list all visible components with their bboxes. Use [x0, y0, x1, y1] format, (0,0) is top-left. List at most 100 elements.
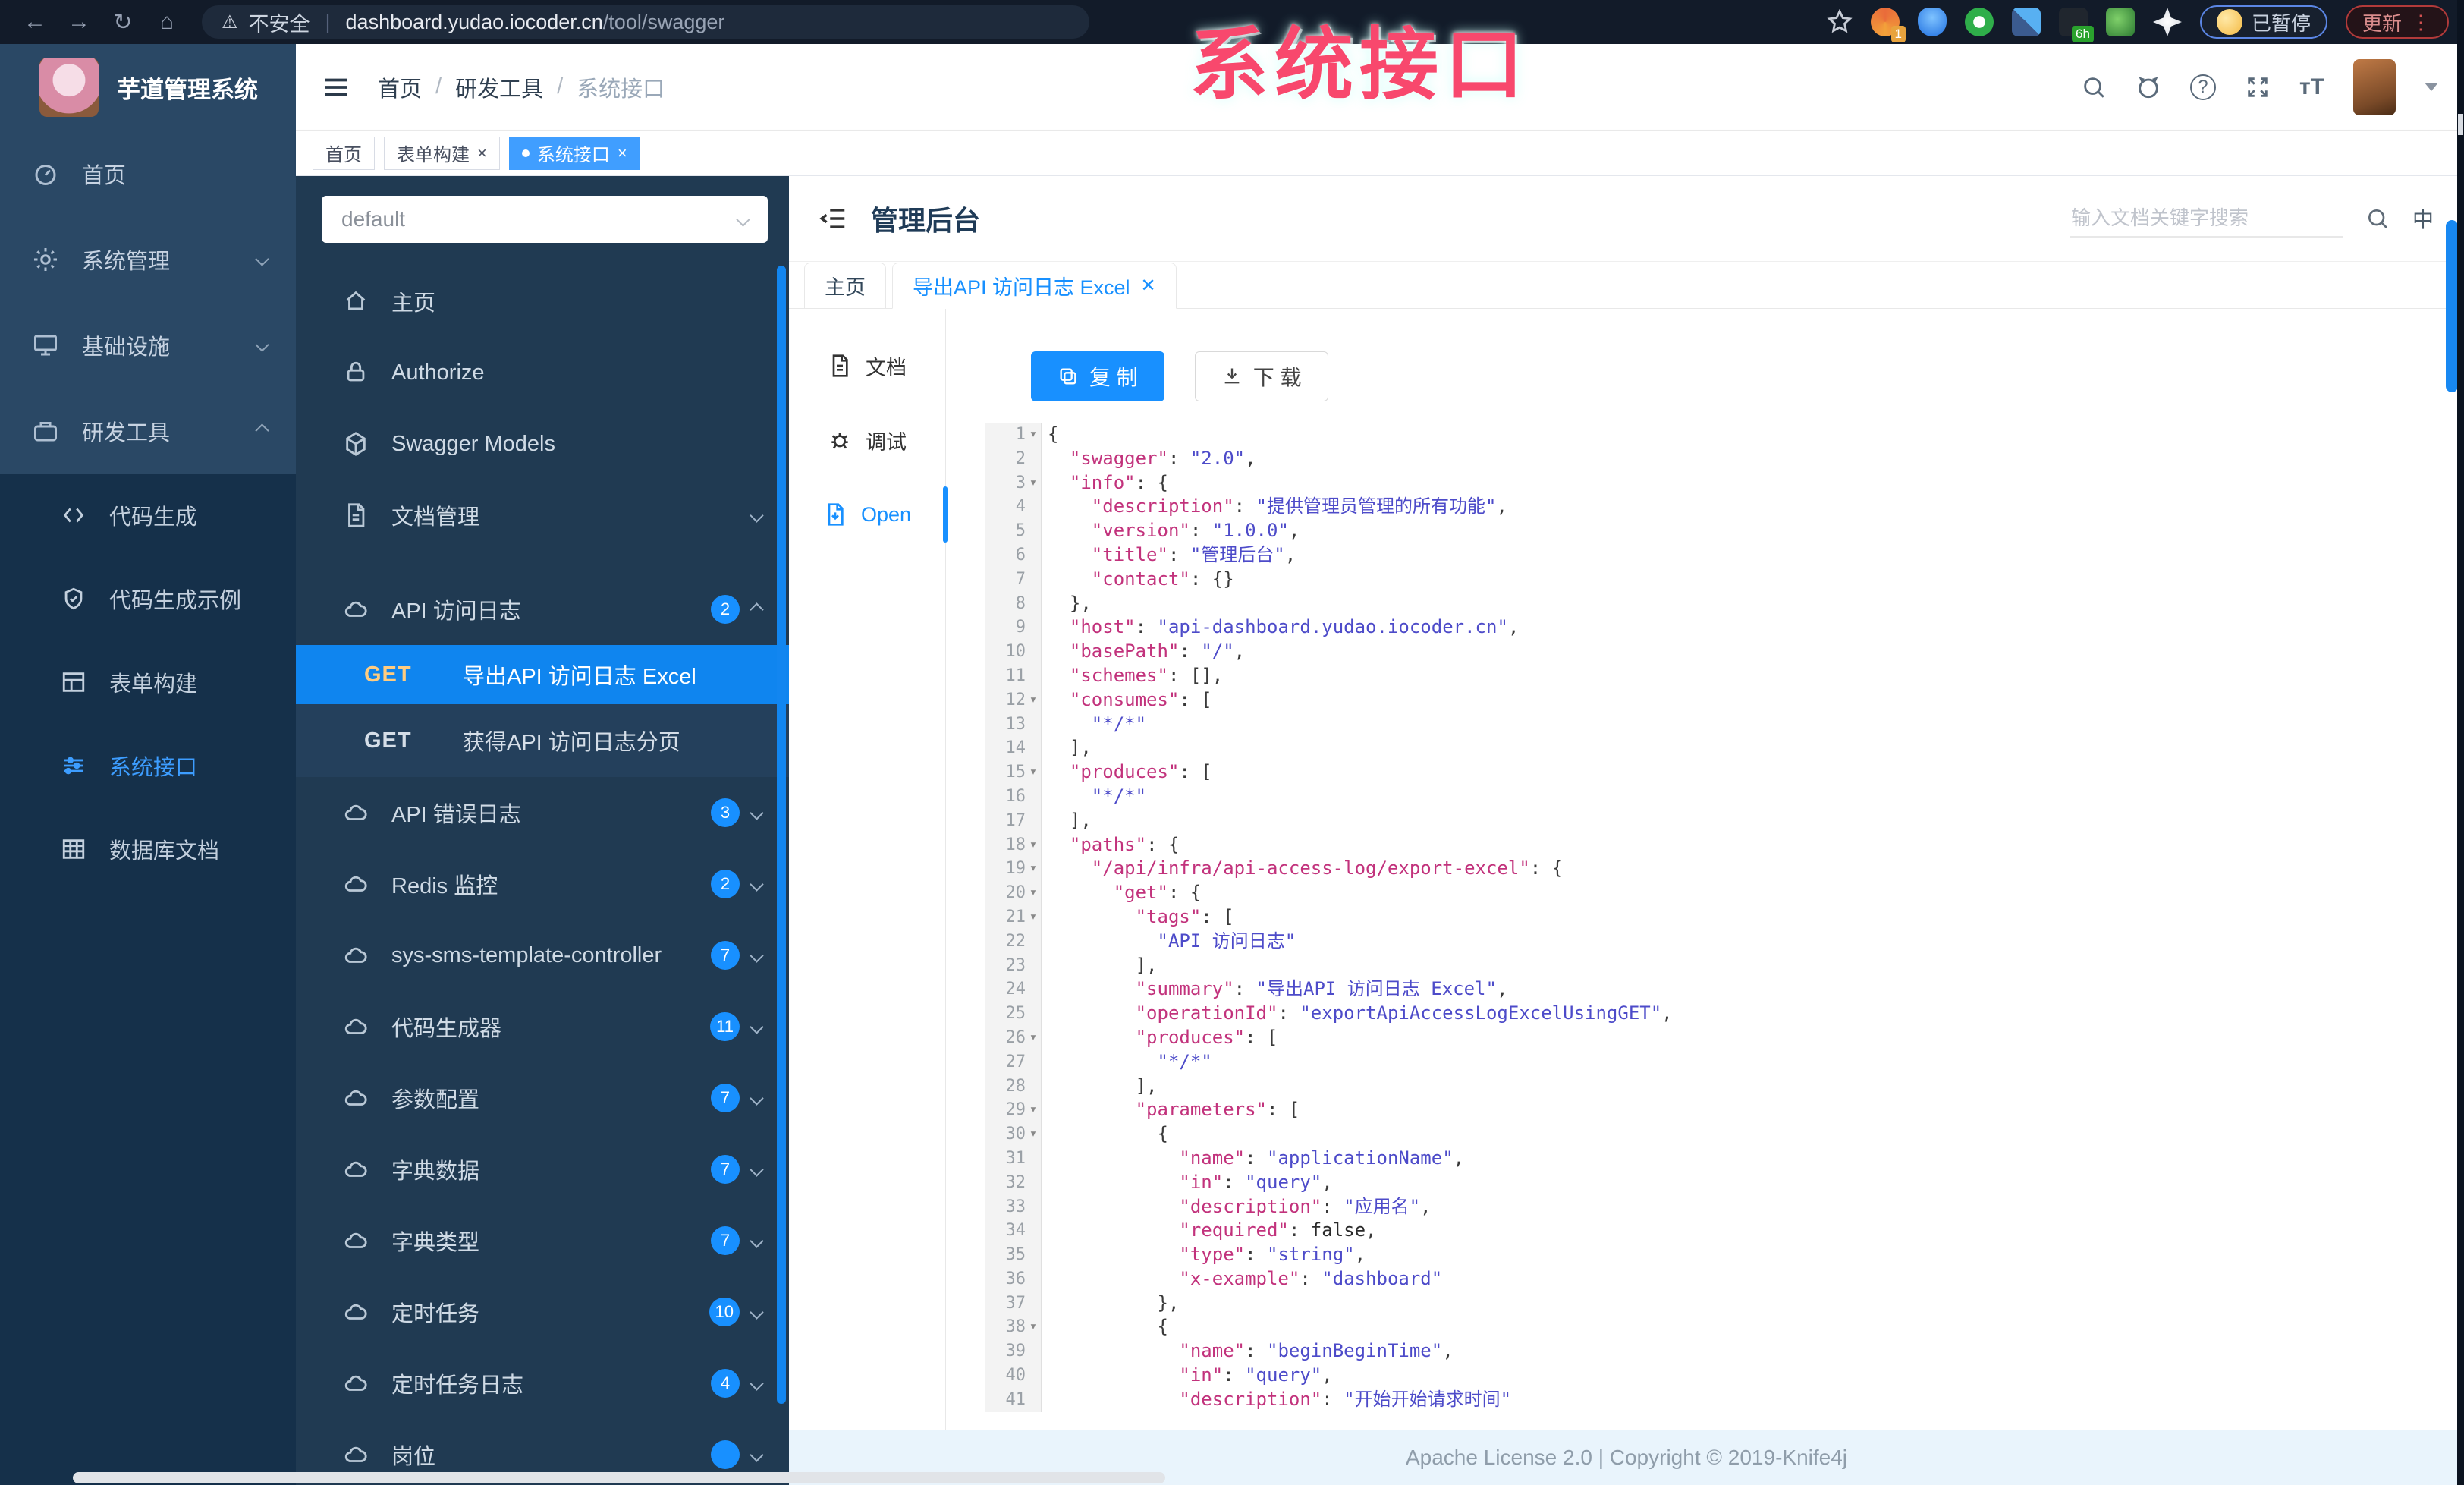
line-number-gutter[interactable]: 7 [985, 567, 1042, 592]
search-icon[interactable] [2081, 74, 2107, 100]
fold-toggle-icon[interactable]: ▾ [1026, 1098, 1041, 1122]
api-group-item[interactable]: 代码生成器 11 [296, 991, 789, 1062]
help-icon[interactable]: ? [2189, 74, 2216, 100]
home-icon[interactable]: ⌂ [147, 9, 187, 35]
close-icon[interactable]: × [618, 143, 627, 163]
line-number-gutter[interactable]: 25 [985, 1002, 1042, 1026]
tag-tab[interactable]: 系统接口 × [508, 136, 640, 170]
line-number-gutter[interactable]: 21 ▾ [985, 905, 1042, 930]
api-operation-item[interactable]: GET 导出API 访问日志 Excel [296, 645, 789, 704]
reload-icon[interactable]: ↻ [103, 9, 143, 36]
api-operation-item[interactable]: GET 获得API 访问日志分页 [296, 704, 789, 777]
collapse-sidebar-icon[interactable] [322, 73, 350, 102]
language-switch-icon[interactable]: 中 [2412, 203, 2434, 234]
tag-tab[interactable]: 首页 [313, 136, 375, 170]
extension-6-icon[interactable] [2105, 8, 2135, 36]
fold-toggle-icon[interactable]: ▾ [1026, 833, 1041, 857]
line-number-gutter[interactable]: 38 ▾ [985, 1315, 1042, 1340]
swagger-json-editor[interactable]: 1 ▾{2 "swagger": "2.0", 3 ▾ "info": {4 "des… [946, 423, 2464, 1430]
user-avatar[interactable] [2353, 58, 2396, 115]
sidebar-item-4[interactable]: 研发工具 [0, 388, 296, 474]
doc-tab[interactable]: 导出API 访问日志 Excel ✕ [892, 263, 1177, 309]
sidebar-subitem-4[interactable]: 系统接口 [0, 724, 296, 807]
fold-toggle-icon[interactable]: ▾ [1026, 423, 1041, 447]
line-number-gutter[interactable]: 24 [985, 977, 1042, 1002]
api-group-item[interactable]: API 错误日志 3 [296, 777, 789, 848]
forward-icon[interactable]: → [59, 9, 99, 35]
bookmark-star-icon[interactable] [1827, 9, 1853, 35]
close-icon[interactable]: × [477, 143, 487, 163]
line-number-gutter[interactable]: 15 ▾ [985, 760, 1042, 785]
api-group-item[interactable]: 字典数据 7 [296, 1134, 789, 1205]
line-number-gutter[interactable]: 4 [985, 495, 1042, 520]
extension-7-icon[interactable] [2152, 8, 2182, 36]
breadcrumb-item[interactable]: 研发工具 [455, 71, 543, 103]
line-number-gutter[interactable]: 13 [985, 712, 1042, 737]
line-number-gutter[interactable]: 23 [985, 953, 1042, 978]
api-group-item[interactable]: Redis 监控 2 [296, 848, 789, 920]
extension-3-icon[interactable] [1964, 8, 1994, 36]
line-number-gutter[interactable]: 11 [985, 663, 1042, 688]
line-number-gutter[interactable]: 27 [985, 1049, 1042, 1074]
api-group-item[interactable]: 字典类型 7 [296, 1205, 789, 1276]
line-number-gutter[interactable]: 20 ▾ [985, 881, 1042, 905]
mini-nav-调试[interactable]: 调试 [789, 403, 945, 477]
line-number-gutter[interactable]: 5 [985, 519, 1042, 543]
browser-menu-icon[interactable]: ⋮ [2411, 11, 2432, 34]
line-number-gutter[interactable]: 22 [985, 929, 1042, 954]
line-number-gutter[interactable]: 37 [985, 1291, 1042, 1316]
fold-toggle-icon[interactable]: ▾ [1026, 1122, 1041, 1147]
sidebar-subitem-1[interactable]: 代码生成 [0, 474, 296, 557]
content-scrollbar[interactable] [2446, 220, 2458, 392]
fold-toggle-icon[interactable]: ▾ [1026, 881, 1041, 905]
back-icon[interactable]: ← [15, 9, 55, 35]
not-secure-warning-icon[interactable]: ⚠ [222, 11, 238, 33]
api-group-item[interactable]: 参数配置 7 [296, 1062, 789, 1134]
fold-toggle-icon[interactable]: ▾ [1026, 857, 1041, 881]
breadcrumb-item[interactable]: 首页 [378, 71, 422, 103]
tag-tab[interactable]: 表单构建 × [384, 136, 500, 170]
font-size-icon[interactable]: тT [2299, 74, 2324, 100]
extension-1-icon[interactable]: 1 [1870, 8, 1906, 42]
chrome-update-button[interactable]: 更新 ⋮ [2345, 5, 2449, 39]
menu-fold-icon[interactable] [819, 204, 848, 233]
api-group-item[interactable]: sys-sms-template-controller 7 [296, 920, 789, 991]
line-number-gutter[interactable]: 40 [985, 1364, 1042, 1388]
sidebar-item-2[interactable]: 系统管理 [0, 216, 296, 302]
api-group-item[interactable]: 定时任务 10 [296, 1276, 789, 1348]
swagger-nav-item[interactable]: 主页 [296, 266, 789, 337]
doc-search-input[interactable] [2069, 200, 2343, 238]
swagger-nav-item[interactable]: Swagger Models [296, 408, 789, 480]
fold-toggle-icon[interactable]: ▾ [1026, 1026, 1041, 1050]
api-group-item[interactable]: 文档管理 [296, 480, 789, 551]
copy-button[interactable]: 复 制 [1031, 351, 1164, 401]
close-icon[interactable]: ✕ [1141, 275, 1156, 297]
avatar-dropdown-icon[interactable] [2425, 83, 2438, 91]
line-number-gutter[interactable]: 18 ▾ [985, 832, 1042, 857]
profile-paused-button[interactable]: 已暂停 [2199, 5, 2327, 39]
fold-toggle-icon[interactable]: ▾ [1026, 1315, 1041, 1339]
mini-nav-open[interactable]: Open [789, 477, 948, 552]
line-number-gutter[interactable]: 16 [985, 784, 1042, 809]
fold-toggle-icon[interactable]: ▾ [1026, 688, 1041, 713]
line-number-gutter[interactable]: 39 [985, 1339, 1042, 1364]
extension-5-icon[interactable]: 6h [2058, 8, 2094, 42]
fold-toggle-icon[interactable]: ▾ [1026, 905, 1041, 930]
api-group-item[interactable]: 定时任务日志 4 [296, 1348, 789, 1419]
line-number-gutter[interactable]: 34 [985, 1219, 1042, 1244]
api-group-item[interactable]: API 访问日志 2 [296, 574, 789, 645]
horizontal-scrollbar[interactable] [73, 1472, 1165, 1483]
sidebar-item-3[interactable]: 基础设施 [0, 302, 296, 388]
line-number-gutter[interactable]: 12 ▾ [985, 687, 1042, 713]
sidebar-subitem-2[interactable]: 代码生成示例 [0, 557, 296, 640]
line-number-gutter[interactable]: 30 ▾ [985, 1122, 1042, 1147]
fullscreen-icon[interactable] [2245, 74, 2271, 100]
fold-toggle-icon[interactable]: ▾ [1026, 760, 1041, 785]
line-number-gutter[interactable]: 14 [985, 736, 1042, 761]
line-number-gutter[interactable]: 28 [985, 1074, 1042, 1099]
line-number-gutter[interactable]: 36 [985, 1266, 1042, 1292]
line-number-gutter[interactable]: 9 [985, 615, 1042, 640]
swagger-nav-item[interactable]: Authorize [296, 337, 789, 408]
line-number-gutter[interactable]: 41 [985, 1387, 1042, 1412]
line-number-gutter[interactable]: 17 [985, 808, 1042, 833]
